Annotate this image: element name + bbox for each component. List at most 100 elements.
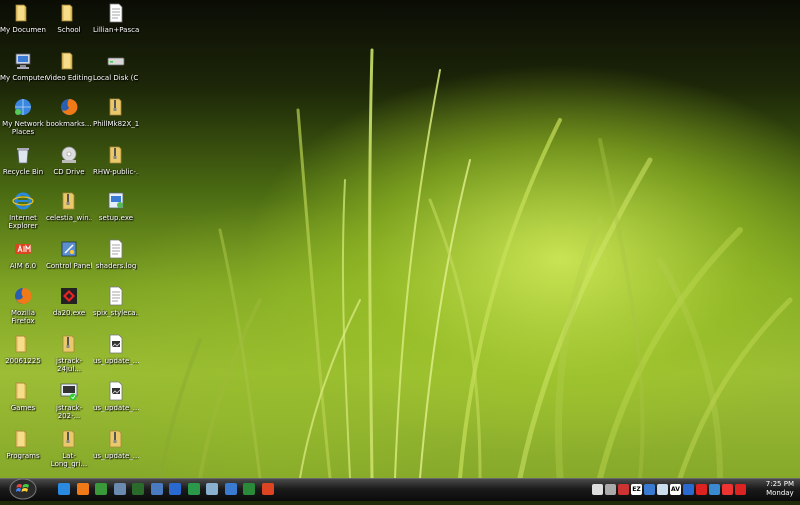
network-icon[interactable]	[618, 484, 629, 495]
excel-icon[interactable]	[243, 483, 255, 495]
messenger-icon[interactable]	[169, 483, 181, 495]
firefox-icon[interactable]	[76, 483, 89, 495]
zip-folder-icon	[58, 333, 80, 355]
desktop-icon[interactable]: jstrack-202-...	[46, 380, 92, 420]
network-icon[interactable]	[224, 483, 237, 495]
desktop-icon[interactable]: Recycle Bin	[0, 144, 46, 176]
desktop-icon[interactable]: School	[46, 2, 92, 34]
desktop-icon[interactable]: Games	[0, 380, 46, 412]
update-icon[interactable]	[696, 484, 707, 495]
control-panel-icon	[58, 238, 80, 260]
desktop-icon-label: Recycle Bin	[2, 168, 44, 176]
internet-explorer-icon[interactable]	[58, 483, 70, 495]
drive-icon	[105, 50, 127, 72]
zip-folder-icon	[105, 144, 127, 166]
desktop-icon-label: CD Drive	[53, 168, 85, 176]
desktop-icon-label: us_update_...	[93, 452, 139, 460]
desktop-icon-label: 20061225	[5, 357, 41, 365]
desktop-icon[interactable]: PhillMk82X_1...	[93, 96, 139, 128]
ez-icon[interactable]: EZ	[631, 484, 642, 495]
desktop-icon-label: Programs	[6, 452, 40, 460]
image-file-icon	[105, 333, 127, 355]
desktop-icon[interactable]: CD Drive	[46, 144, 92, 176]
shortcut-icon	[58, 380, 80, 402]
text-file-icon	[105, 238, 127, 260]
desktop-icon[interactable]: Lillian+Pasca...	[93, 2, 139, 34]
desktop-icon[interactable]: da20.exe	[46, 285, 92, 317]
power-icon[interactable]	[735, 484, 746, 495]
desktop-icon[interactable]: us_update_...	[93, 380, 139, 412]
text-file-icon	[105, 285, 127, 307]
app-icon[interactable]	[113, 483, 126, 495]
desktop-icon-label: PhillMk82X_1...	[93, 120, 139, 128]
desktop-icon-label: us_update_...	[93, 357, 139, 365]
desktop-icon[interactable]: jstrack-24jul...	[46, 333, 92, 373]
aim-icon	[12, 238, 34, 260]
desktop-icon[interactable]: us_update_...	[93, 428, 139, 460]
sync-icon[interactable]	[722, 484, 733, 495]
desktop-icon[interactable]: setup.exe	[93, 190, 139, 222]
network-icon	[12, 96, 34, 118]
terminal-icon[interactable]	[132, 483, 144, 495]
display-icon[interactable]	[657, 484, 668, 495]
desktop-icon[interactable]: spix_styleca...	[93, 285, 139, 317]
explorer-icon[interactable]	[150, 483, 163, 495]
eye-icon[interactable]	[206, 483, 218, 495]
start-button[interactable]	[8, 477, 38, 501]
desktop-icon[interactable]: Mozilla Firefox	[0, 285, 46, 325]
media-player-icon[interactable]	[95, 483, 107, 495]
zip-folder-icon	[58, 428, 80, 450]
desktop-icon[interactable]: Programs	[0, 428, 46, 460]
desktop-icon[interactable]: shaders.log	[93, 238, 139, 270]
zip-folder-icon	[105, 428, 127, 450]
desktop-icon-label: Mozilla Firefox	[10, 309, 36, 325]
desktop-icon[interactable]: My Computer	[0, 50, 46, 82]
folder-icon	[12, 428, 34, 450]
internet-explorer-icon	[12, 190, 34, 212]
desktop-icon-label: RHW-public-...	[93, 168, 139, 176]
firefox-icon	[12, 285, 34, 307]
zip-folder-icon	[58, 190, 80, 212]
desktop-icon[interactable]: Lat-Long_gri...	[46, 428, 92, 468]
desktop-icon[interactable]: celestia_win...	[46, 190, 92, 222]
desktop-icon-label: jstrack-24jul...	[56, 357, 82, 373]
desktop-icon[interactable]: My Network Places	[0, 96, 46, 136]
desktop-icon-label: da20.exe	[52, 309, 86, 317]
monitor-icon[interactable]	[644, 484, 655, 495]
desktop-icon[interactable]: RHW-public-...	[93, 144, 139, 176]
desktop-icon-label: shaders.log	[95, 262, 137, 270]
desktop-icon[interactable]: My Documents	[0, 2, 46, 34]
antivirus-icon[interactable]: AV	[670, 484, 681, 495]
volume-icon[interactable]	[605, 484, 616, 495]
desktop-icon-label: celestia_win...	[46, 214, 92, 222]
desktop-icon[interactable]: bookmarks....	[46, 96, 92, 128]
wireless-icon[interactable]	[683, 484, 694, 495]
aim-icon[interactable]	[261, 483, 274, 495]
system-clock[interactable]: 7:25 PM Monday	[766, 480, 794, 498]
desktop-icon-label: jstrack-202-...	[56, 404, 82, 420]
desktop-icon-label: Internet Explorer	[8, 214, 38, 230]
text-file-icon	[105, 2, 127, 24]
clock-day: Monday	[766, 489, 794, 497]
desktop-icon[interactable]: Video Editing	[46, 50, 92, 82]
help-icon[interactable]	[592, 484, 603, 495]
globe-icon[interactable]	[187, 483, 200, 495]
desktop-icon-label: bookmarks....	[46, 120, 92, 128]
security-icon[interactable]	[709, 484, 720, 495]
desktop-icon[interactable]: 20061225	[0, 333, 46, 365]
desktop-icon-label: us_update_...	[93, 404, 139, 412]
desktop-icon-label: Lillian+Pasca...	[93, 26, 139, 34]
clock-time: 7:25 PM	[765, 480, 794, 488]
folder-icon	[12, 380, 34, 402]
computer-icon	[12, 50, 34, 72]
desktop-icon[interactable]: Internet Explorer	[0, 190, 46, 230]
windows-start-orb-icon	[9, 478, 37, 500]
desktop-icon[interactable]: AIM 6.0	[0, 238, 46, 270]
desktop-icon[interactable]: us_update_...	[93, 333, 139, 365]
desktop-icon[interactable]: Local Disk (C)	[93, 50, 139, 82]
recycle-bin-icon	[12, 144, 34, 166]
taskbar: EZ AV 7:25 PM Monday	[0, 478, 800, 501]
desktop-icon[interactable]: Control Panel	[46, 238, 92, 270]
setup-icon	[105, 190, 127, 212]
desktop-icon-label: School	[57, 26, 81, 34]
